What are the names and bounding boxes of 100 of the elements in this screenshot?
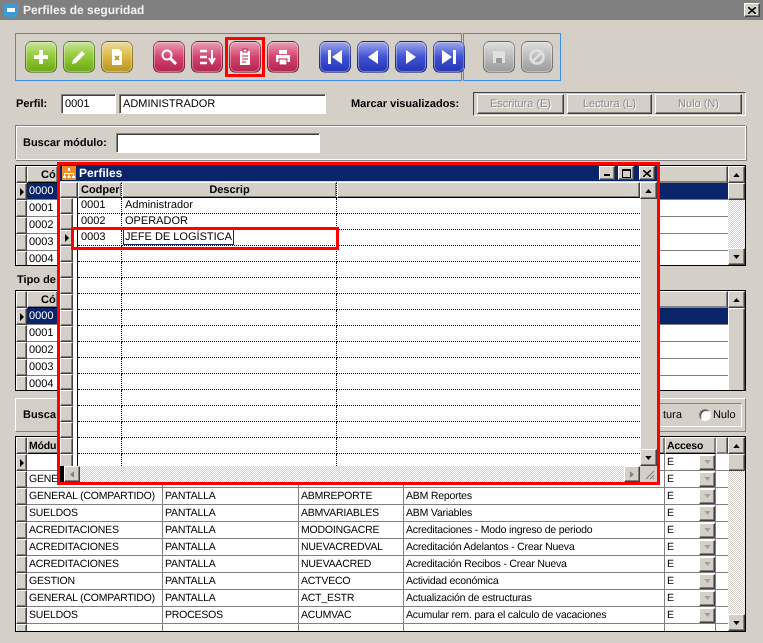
- table-cell: SUELDOS: [29, 507, 78, 519]
- row-indicator[interactable]: [60, 214, 73, 230]
- dropdown-button[interactable]: [699, 574, 715, 588]
- table-cell: E: [667, 456, 674, 468]
- caret-icon: [704, 562, 710, 566]
- row-indicator[interactable]: [16, 522, 27, 539]
- table-cell[interactable]: 0003: [81, 231, 106, 243]
- table-cell[interactable]: Administrador: [125, 199, 193, 211]
- scroll-right-button[interactable]: [624, 466, 640, 482]
- table-cell: E: [667, 541, 674, 553]
- row-indicator[interactable]: [16, 454, 27, 471]
- table-cell[interactable]: JEFE DE LOGÍSTICA: [125, 231, 232, 243]
- maximize-button[interactable]: [618, 166, 634, 180]
- row-indicator[interactable]: [16, 505, 27, 522]
- last-button[interactable]: [433, 41, 465, 73]
- dropdown-button[interactable]: [699, 522, 715, 538]
- row-indicator[interactable]: [16, 376, 27, 390]
- scroll-down-button[interactable]: [640, 449, 657, 466]
- sort-button[interactable]: [191, 41, 223, 73]
- table-cell: NUEVAACRED: [301, 558, 372, 570]
- dropdown-button[interactable]: [699, 472, 715, 486]
- scroll-up-button[interactable]: [640, 182, 657, 199]
- search-button[interactable]: [153, 41, 185, 73]
- row-indicator[interactable]: [16, 359, 27, 376]
- minimize-button[interactable]: [599, 166, 615, 180]
- table-cell: E: [667, 473, 674, 485]
- scroll-up-button[interactable]: [728, 166, 745, 183]
- scroll-thumb[interactable]: [728, 183, 745, 200]
- row-indicator[interactable]: [16, 573, 27, 590]
- row-indicator[interactable]: [16, 325, 27, 342]
- row-indicator[interactable]: [16, 590, 27, 607]
- row-indicator[interactable]: [16, 607, 27, 624]
- row-indicator[interactable]: [16, 488, 27, 505]
- row-indicator[interactable]: [16, 251, 27, 265]
- table-cell[interactable]: 0001: [81, 199, 106, 211]
- resize-grip[interactable]: [640, 466, 657, 482]
- table-cell[interactable]: 0000: [27, 183, 58, 200]
- scroll-left-button[interactable]: [64, 466, 80, 482]
- table-cell: Acreditación Adelantos - Crear Nueva: [406, 541, 574, 553]
- dropdown-button[interactable]: [699, 590, 715, 606]
- table-cell[interactable]: OPERADOR: [125, 215, 188, 227]
- hierarchy-icon: [62, 166, 76, 180]
- arrow-down-icon: [733, 620, 740, 624]
- first-button[interactable]: [319, 41, 351, 73]
- next-button[interactable]: [395, 41, 427, 73]
- row-indicator[interactable]: [16, 471, 27, 488]
- table-cell: GENERAL (COMPARTIDO): [29, 490, 155, 502]
- scroll-down-button[interactable]: [728, 248, 745, 265]
- table-cell: Acumular rem. para el calculo de vacaciones: [406, 609, 606, 621]
- table-cell: E: [667, 507, 674, 519]
- add-button[interactable]: [25, 41, 57, 73]
- dropdown-button[interactable]: [699, 540, 715, 554]
- print-button[interactable]: [267, 41, 299, 73]
- radio-button[interactable]: [698, 409, 711, 421]
- table-cell: Acreditación Recibos - Crear Nueva: [406, 558, 567, 570]
- mark-label: Marcar visualizados:: [351, 98, 460, 110]
- row-indicator[interactable]: [16, 183, 27, 200]
- dropdown-button[interactable]: [699, 488, 715, 504]
- row-indicator[interactable]: [16, 234, 27, 251]
- close-icon: [643, 170, 651, 176]
- name-field[interactable]: ADMINISTRADOR: [119, 94, 326, 114]
- search-icon: [159, 47, 179, 67]
- caret-icon: [704, 477, 710, 481]
- row-indicator[interactable]: [16, 342, 27, 359]
- previous-button[interactable]: [357, 41, 389, 73]
- close-button[interactable]: [639, 166, 655, 180]
- code-field[interactable]: 0001: [61, 94, 116, 114]
- table-cell: ACREDITACIONES: [29, 524, 119, 536]
- table-cell: ABM Reportes: [406, 490, 472, 502]
- edit-button[interactable]: [63, 41, 95, 73]
- dropdown-button[interactable]: [699, 454, 715, 470]
- row-indicator[interactable]: [60, 198, 73, 214]
- scroll-up-button[interactable]: [728, 291, 745, 308]
- close-button[interactable]: [744, 3, 760, 17]
- row-indicator[interactable]: [16, 539, 27, 556]
- scroll-down-button[interactable]: [728, 614, 745, 631]
- caret-icon: [704, 545, 710, 549]
- dialog-title: Perfiles: [79, 166, 122, 180]
- window-title: Perfiles de seguridad: [23, 3, 144, 17]
- dropdown-button[interactable]: [699, 506, 715, 520]
- caret-icon: [704, 494, 710, 498]
- table-cell[interactable]: 0000: [27, 308, 58, 325]
- dropdown-button[interactable]: [699, 608, 715, 622]
- table-cell: ACT_ESTR: [301, 592, 354, 604]
- table-cell: NUEVACREDVAL: [301, 541, 383, 553]
- delete-button[interactable]: [101, 41, 133, 73]
- row-indicator[interactable]: [16, 200, 27, 217]
- row-indicator[interactable]: [16, 217, 27, 234]
- row-indicator[interactable]: [16, 556, 27, 573]
- caret-icon: [704, 613, 710, 617]
- scroll-up-button[interactable]: [728, 437, 745, 454]
- table-cell: GESTION: [29, 575, 75, 587]
- table-cell: E: [667, 490, 674, 502]
- table-cell[interactable]: 0002: [81, 215, 106, 227]
- row-indicator[interactable]: [16, 308, 27, 325]
- skip-back-icon: [325, 47, 345, 67]
- radio-label: Nulo: [712, 409, 736, 421]
- search-field[interactable]: [116, 132, 320, 152]
- dropdown-button[interactable]: [699, 556, 715, 572]
- scroll-thumb[interactable]: [728, 454, 745, 471]
